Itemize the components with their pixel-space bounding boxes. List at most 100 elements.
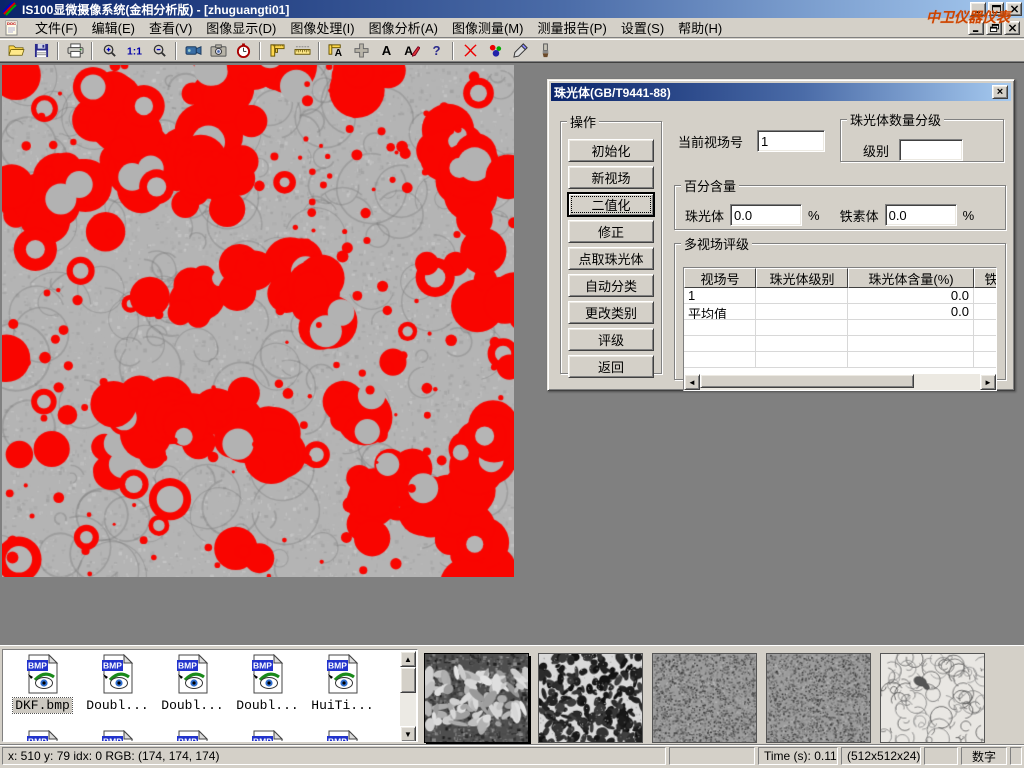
pen-tool-icon[interactable] bbox=[508, 40, 532, 61]
file-item-clipped[interactable]: BMP bbox=[155, 730, 230, 742]
bmp-file-icon: BMP bbox=[176, 654, 210, 697]
thumbnail-1[interactable] bbox=[424, 653, 529, 743]
file-scrollbar[interactable]: ▲ ▼ bbox=[400, 651, 416, 742]
grid-cross-icon[interactable] bbox=[349, 40, 373, 61]
file-item-2[interactable]: BMPDoubl... bbox=[80, 654, 155, 713]
menu-item-10[interactable]: 帮助(H) bbox=[671, 16, 729, 39]
file-item-4[interactable]: BMPDoubl... bbox=[230, 654, 305, 713]
file-scroll-thumb[interactable] bbox=[400, 667, 416, 693]
menu-item-8[interactable]: 测量报告(P) bbox=[530, 16, 613, 39]
video-capture-icon[interactable] bbox=[181, 40, 205, 61]
op-button-5[interactable]: 点取珠光体 bbox=[568, 247, 654, 270]
ruler-icon[interactable] bbox=[290, 40, 314, 61]
dialog-close-icon[interactable]: × bbox=[992, 85, 1008, 99]
table-cell bbox=[756, 336, 848, 351]
phase-particles-icon[interactable] bbox=[483, 40, 507, 61]
table-row[interactable] bbox=[684, 352, 996, 368]
table-row[interactable] bbox=[684, 336, 996, 352]
bottom-panel: BMPDKF.bmpBMPDoubl...BMPDoubl...BMPDoubl… bbox=[0, 645, 1024, 744]
current-view-input[interactable] bbox=[757, 130, 825, 152]
window-title: IS100显微摄像系统(金相分析版) - [zhuguangti01] bbox=[22, 1, 289, 18]
pearlite-percent-sign: % bbox=[808, 208, 820, 223]
dialog-title-bar[interactable]: 珠光体(GB/T9441-88) × bbox=[551, 83, 1011, 101]
file-item-3[interactable]: BMPDoubl... bbox=[155, 654, 230, 713]
svg-text:BMP: BMP bbox=[253, 661, 272, 671]
scroll-down-icon[interactable]: ▼ bbox=[400, 726, 416, 742]
op-button-2[interactable]: 新视场 bbox=[568, 166, 654, 189]
timer-icon[interactable] bbox=[231, 40, 255, 61]
table-cell bbox=[974, 304, 997, 319]
menu-item-7[interactable]: 图像测量(M) bbox=[445, 16, 531, 39]
scroll-left-icon[interactable]: ◄ bbox=[684, 374, 700, 390]
thumbnail-strip bbox=[424, 653, 985, 743]
file-item-clipped[interactable]: BMP bbox=[5, 730, 80, 742]
ferrite-percent-input[interactable] bbox=[885, 204, 957, 226]
menu-item-2[interactable]: 编辑(E) bbox=[85, 16, 142, 39]
help-icon[interactable]: ? bbox=[424, 40, 448, 61]
table-cell bbox=[684, 336, 756, 351]
scroll-right-icon[interactable]: ► bbox=[980, 374, 996, 390]
grade-input[interactable] bbox=[899, 139, 963, 161]
menu-item-4[interactable]: 图像显示(D) bbox=[199, 16, 283, 39]
svg-text:BMP: BMP bbox=[178, 661, 197, 671]
table-row[interactable]: 10.0 bbox=[684, 288, 996, 304]
menu-item-5[interactable]: 图像处理(I) bbox=[283, 16, 361, 39]
op-button-9[interactable]: 返回 bbox=[568, 355, 654, 378]
open-file-icon[interactable] bbox=[4, 40, 28, 61]
dialog-title: 珠光体(GB/T9441-88) bbox=[554, 84, 671, 101]
pearlite-dialog: 珠光体(GB/T9441-88) × 操作 初始化新视场二值化修正点取珠光体自动… bbox=[547, 79, 1015, 391]
print-icon[interactable] bbox=[63, 40, 87, 61]
file-item-clipped[interactable]: BMP bbox=[80, 730, 155, 742]
table-column-header-4[interactable]: 铁素体 bbox=[974, 268, 997, 288]
save-icon[interactable] bbox=[29, 40, 53, 61]
measure-label-icon[interactable]: A bbox=[324, 40, 348, 61]
menu-item-3[interactable]: 查看(V) bbox=[142, 16, 199, 39]
file-item-5[interactable]: BMPHuiTi... bbox=[305, 654, 380, 713]
thumbnail-2[interactable] bbox=[538, 653, 643, 743]
rating-table[interactable]: 视场号珠光体级别珠光体含量(%)铁素体 10.0平均值0.0 ◄ ► bbox=[683, 267, 997, 391]
op-button-7[interactable]: 更改类别 bbox=[568, 301, 654, 324]
table-cell bbox=[848, 320, 974, 335]
table-column-header-1[interactable]: 视场号 bbox=[684, 268, 756, 288]
time-status: Time (s): 0.113 bbox=[758, 747, 838, 765]
file-name: Doubl... bbox=[84, 698, 150, 713]
zoom-in-icon[interactable] bbox=[97, 40, 121, 61]
table-row[interactable] bbox=[684, 320, 996, 336]
camera-capture-icon[interactable] bbox=[206, 40, 230, 61]
zoom-out-icon[interactable] bbox=[147, 40, 171, 61]
document-icon: DOC bbox=[4, 20, 20, 36]
op-button-6[interactable]: 自动分类 bbox=[568, 274, 654, 297]
table-hscrollbar[interactable]: ◄ ► bbox=[684, 374, 996, 390]
thumbnail-3[interactable] bbox=[652, 653, 757, 743]
brush-tool-icon[interactable] bbox=[533, 40, 557, 61]
op-button-4[interactable]: 修正 bbox=[568, 220, 654, 243]
edit-annotation-icon[interactable]: A bbox=[399, 40, 423, 61]
menu-item-1[interactable]: 文件(F) bbox=[28, 16, 85, 39]
menu-item-6[interactable]: 图像分析(A) bbox=[362, 16, 445, 39]
file-browser[interactable]: BMPDKF.bmpBMPDoubl...BMPDoubl...BMPDoubl… bbox=[2, 649, 418, 742]
file-item-clipped[interactable]: BMP bbox=[305, 730, 380, 742]
op-button-8[interactable]: 评级 bbox=[568, 328, 654, 351]
scroll-thumb[interactable] bbox=[700, 374, 914, 388]
caliper-icon[interactable] bbox=[265, 40, 289, 61]
micrograph-image[interactable] bbox=[2, 65, 514, 577]
mdi-workspace: 珠光体(GB/T9441-88) × 操作 初始化新视场二值化修正点取珠光体自动… bbox=[0, 62, 1024, 645]
scroll-up-icon[interactable]: ▲ bbox=[400, 651, 416, 667]
file-item-1[interactable]: BMPDKF.bmp bbox=[5, 654, 80, 713]
curve-measure-icon[interactable] bbox=[458, 40, 482, 61]
thumbnail-5[interactable] bbox=[880, 653, 985, 743]
toolbar: 1:1AAA? bbox=[0, 39, 1024, 62]
thumbnail-4[interactable] bbox=[766, 653, 871, 743]
table-row[interactable]: 平均值0.0 bbox=[684, 304, 996, 320]
op-button-1[interactable]: 初始化 bbox=[568, 139, 654, 162]
status-spacer-2 bbox=[924, 747, 958, 765]
file-item-clipped[interactable]: BMP bbox=[230, 730, 305, 742]
actual-size-icon[interactable]: 1:1 bbox=[122, 40, 146, 61]
table-column-header-2[interactable]: 珠光体级别 bbox=[756, 268, 848, 288]
op-button-3[interactable]: 二值化 bbox=[568, 193, 654, 216]
menu-item-9[interactable]: 设置(S) bbox=[614, 16, 671, 39]
text-annotation-icon[interactable]: A bbox=[374, 40, 398, 61]
pearlite-percent-input[interactable] bbox=[730, 204, 802, 226]
table-column-header-3[interactable]: 珠光体含量(%) bbox=[848, 268, 974, 288]
bmp-file-icon: BMP bbox=[101, 654, 135, 697]
